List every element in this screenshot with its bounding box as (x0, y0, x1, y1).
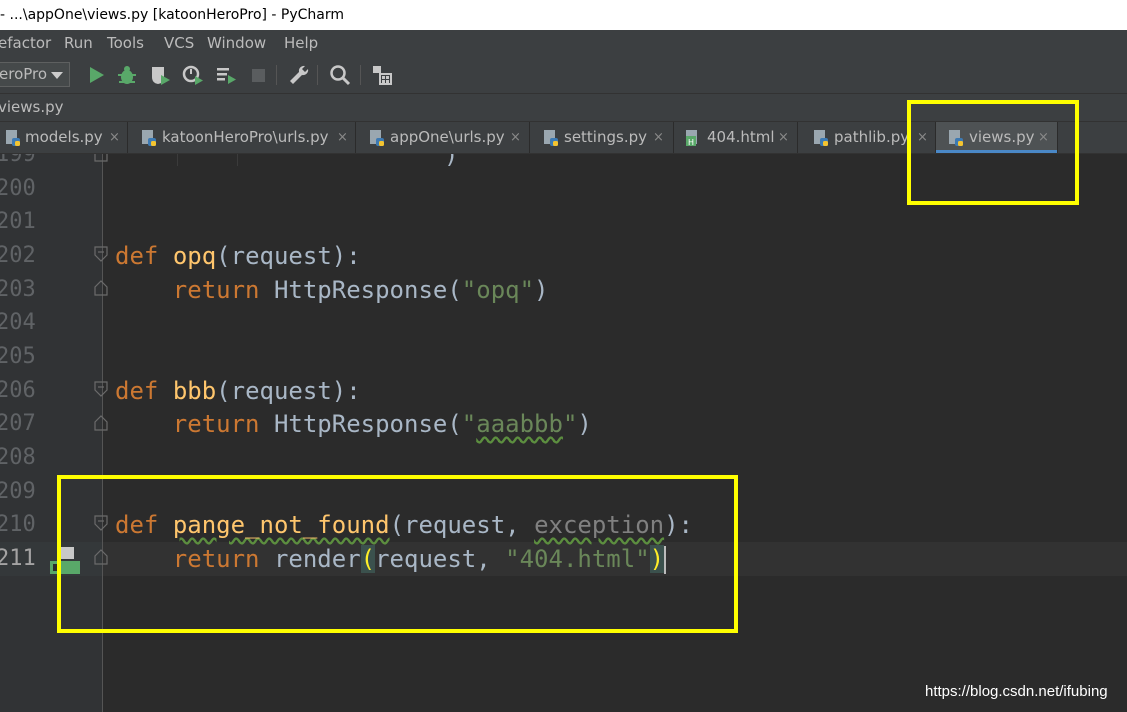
tab-katoonheropro-urls-py[interactable]: katoonHeroPro\urls.py × (128, 122, 356, 153)
run-icon[interactable] (84, 63, 108, 87)
tab-settings-py[interactable]: settings.py × (530, 122, 674, 153)
python-file-icon (370, 130, 384, 146)
menu-vcs[interactable]: VCS (164, 30, 194, 57)
code-line-206: def bbb(request): (115, 377, 361, 405)
menu-run[interactable]: Run (64, 30, 93, 57)
concurrency-icon[interactable] (214, 63, 238, 87)
tab-label: models.py (25, 128, 103, 146)
line-number: 200 (0, 176, 36, 201)
watermark: https://blog.csdn.net/ifubing (925, 683, 1108, 700)
tab-label: pathlib.py (834, 128, 910, 146)
line-number: 199 (0, 154, 36, 167)
code-line-207: return HttpResponse("aaabbb") (172, 410, 592, 438)
menu-tools[interactable]: Tools (107, 30, 144, 57)
python-file-icon (814, 130, 828, 146)
profile-icon[interactable] (181, 63, 205, 87)
tab-label: 404.html (707, 128, 775, 146)
toolbar-separator (276, 65, 277, 85)
html-file-icon: H (686, 130, 697, 146)
close-icon[interactable]: × (510, 122, 521, 153)
menu-refactor[interactable]: efactor (0, 30, 51, 57)
fold-end-icon[interactable] (94, 415, 108, 431)
tab-label: katoonHeroPro\urls.py (162, 128, 329, 146)
fold-start-icon[interactable] (94, 246, 108, 262)
line-number: 208 (0, 445, 36, 470)
indent-guide (237, 154, 238, 166)
tab-models-py[interactable]: models.py × (0, 122, 128, 153)
python-file-icon (6, 130, 20, 146)
main-toolbar: eroPro (0, 57, 1127, 94)
indent-guide (177, 154, 178, 166)
debug-icon[interactable] (115, 63, 139, 87)
window-title-bar: - ...\appOne\views.py [katoonHeroPro] - … (0, 0, 1127, 30)
search-icon[interactable] (328, 63, 352, 87)
run-configuration-label: eroPro (0, 65, 48, 83)
line-number: 210 (0, 512, 36, 537)
line-number: 207 (0, 411, 36, 436)
window-title: - ...\appOne\views.py [katoonHeroPro] - … (0, 7, 345, 23)
svg-text:H: H (688, 138, 694, 146)
coverage-icon[interactable] (148, 63, 172, 87)
typo-warning: aaabbb (476, 410, 563, 438)
tab-appone-urls-py[interactable]: appOne\urls.py × (356, 122, 530, 153)
fold-end-icon[interactable] (94, 280, 108, 296)
line-number: 202 (0, 243, 36, 268)
menu-window[interactable]: Window (207, 30, 266, 57)
fold-end-icon[interactable] (94, 154, 108, 162)
fold-start-icon[interactable] (94, 381, 108, 397)
line-number: 209 (0, 479, 36, 504)
line-number: 206 (0, 378, 36, 403)
tab-404-html[interactable]: H 404.html × (674, 122, 798, 153)
line-number: 204 (0, 310, 36, 335)
code-line-202: def opq(request): (115, 242, 361, 270)
highlight-box-active-tab (907, 100, 1079, 205)
close-icon[interactable]: × (653, 122, 664, 153)
close-icon[interactable]: × (337, 122, 348, 153)
settings-wrench-icon[interactable] (287, 63, 311, 87)
python-file-icon (544, 130, 558, 146)
line-number-current: 211 (0, 546, 36, 571)
breadcrumb-file[interactable]: views.py (0, 94, 64, 121)
menu-bar: efactor Run Tools VCS Window Help (0, 30, 1127, 57)
close-icon[interactable]: × (778, 122, 789, 153)
stop-icon[interactable] (246, 63, 270, 87)
python-file-icon (142, 130, 156, 146)
menu-help[interactable]: Help (284, 30, 318, 57)
run-configuration-select[interactable]: eroPro (0, 62, 70, 87)
project-structure-icon[interactable] (370, 63, 394, 87)
tab-label: appOne\urls.py (390, 128, 505, 146)
toolbar-separator (317, 65, 318, 85)
code-line-199: ) (444, 154, 459, 169)
toolbar-separator (360, 65, 361, 85)
line-number: 205 (0, 344, 36, 369)
chevron-down-icon (51, 72, 63, 79)
highlight-box-code (57, 475, 738, 633)
code-line-203: return HttpResponse("opq") (172, 276, 549, 304)
tab-label: settings.py (564, 128, 647, 146)
line-number: 203 (0, 277, 36, 302)
line-number: 201 (0, 209, 36, 234)
close-icon[interactable]: × (109, 122, 120, 153)
